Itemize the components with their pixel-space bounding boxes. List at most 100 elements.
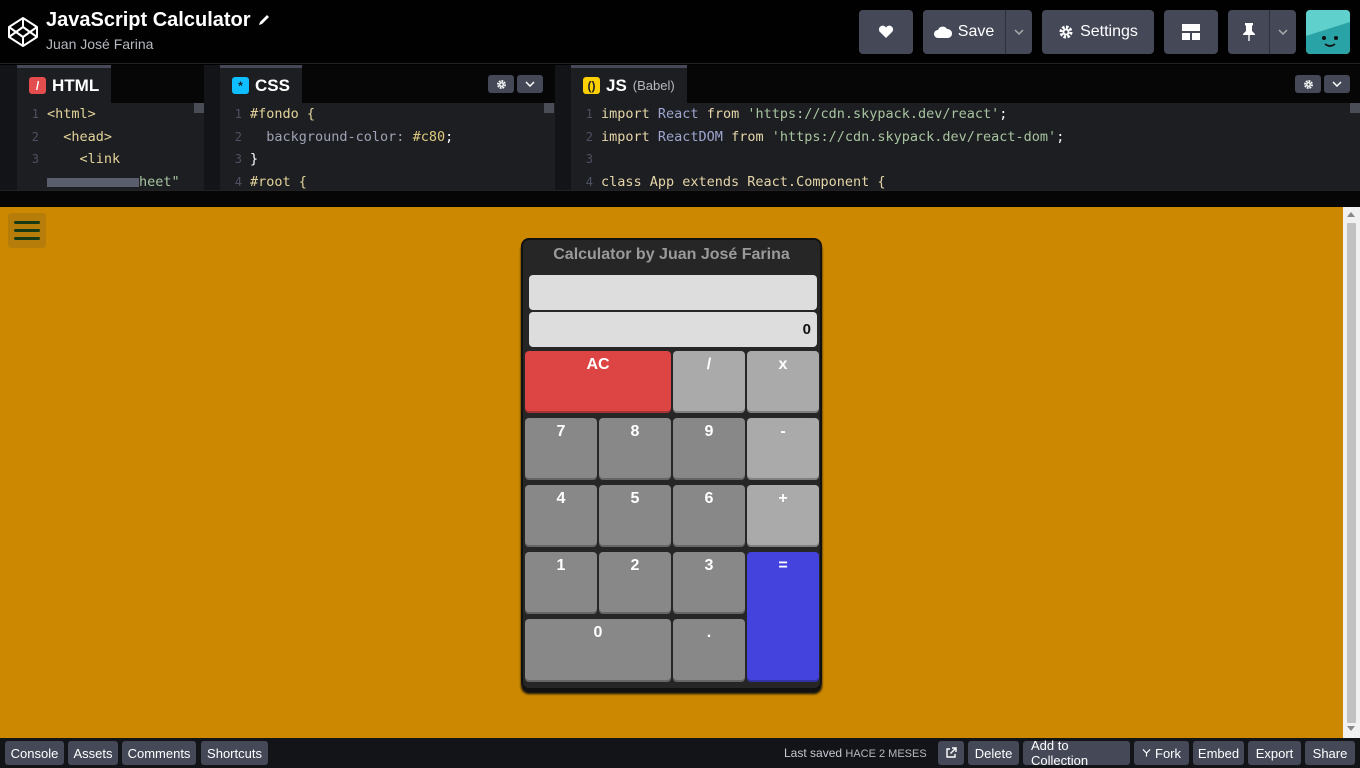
settings-label: Settings: [1080, 23, 1138, 40]
assets-button[interactable]: Assets: [68, 741, 118, 765]
save-options-button[interactable]: [1005, 10, 1032, 54]
clear-button[interactable]: AC: [525, 351, 671, 413]
html-badge-icon: /: [29, 77, 46, 94]
decimal-button[interactable]: .: [673, 619, 745, 682]
pin-options-button[interactable]: [1269, 10, 1296, 54]
scrollbar-handle[interactable]: [194, 103, 204, 113]
pane-resizer[interactable]: [0, 190, 1360, 207]
code-line: 3}: [234, 151, 259, 168]
code-line: 3 <link: [31, 151, 121, 168]
console-button[interactable]: Console: [5, 741, 64, 765]
code-line: 4 class App extends React.Component {: [585, 174, 886, 190]
one-button[interactable]: 1: [525, 552, 597, 614]
heart-button[interactable]: [859, 10, 913, 54]
save-label: Save: [957, 23, 995, 40]
codepen-logo-icon[interactable]: [7, 16, 39, 48]
shortcuts-button[interactable]: Shortcuts: [201, 741, 268, 765]
chevron-down-icon: [1332, 81, 1342, 87]
pencil-icon[interactable]: [257, 13, 271, 27]
code-line: 1 import React from 'https://cdn.skypack.…: [585, 106, 1008, 122]
html-code[interactable]: 1 <html> 2 <head> 3 <link heet": [17, 103, 204, 190]
export-button[interactable]: Export: [1248, 741, 1301, 765]
scrollbar-handle[interactable]: [1350, 103, 1360, 113]
pen-title[interactable]: JavaScript Calculator: [46, 9, 251, 32]
embed-button[interactable]: Embed: [1193, 741, 1244, 765]
subtract-button[interactable]: -: [747, 418, 819, 480]
fork-button[interactable]: Fork: [1134, 741, 1189, 765]
js-badge-icon: (): [583, 77, 600, 94]
js-settings-button[interactable]: [1295, 75, 1321, 93]
five-button[interactable]: 5: [599, 485, 671, 547]
tab-css-label: CSS: [255, 75, 290, 95]
chevron-down-icon: [525, 81, 535, 87]
multiply-button[interactable]: x: [747, 351, 819, 413]
divide-button[interactable]: /: [673, 351, 745, 413]
pen-author[interactable]: Juan José Farina: [46, 36, 271, 52]
css-code[interactable]: 1 #fondo { 2 background-color: #c80; 3} 4…: [220, 103, 555, 190]
code-line: 1 #fondo {: [234, 106, 316, 122]
gear-icon: [1059, 25, 1073, 39]
share-button[interactable]: Share: [1305, 741, 1355, 765]
seven-button[interactable]: 7: [525, 418, 597, 480]
heart-icon: [878, 25, 894, 38]
zero-button[interactable]: 0: [525, 619, 671, 682]
gear-icon: [1303, 79, 1313, 89]
delete-button[interactable]: Delete: [968, 741, 1019, 765]
add-to-collection-button[interactable]: Add to Collection: [1023, 738, 1130, 768]
layout-icon: [1182, 24, 1200, 40]
code-line: 2 background-color: #c80;: [234, 128, 454, 145]
css-settings-button[interactable]: [488, 75, 514, 93]
six-button[interactable]: 6: [673, 485, 745, 547]
tab-html-label: HTML: [52, 75, 100, 95]
css-badge-icon: *: [232, 77, 249, 94]
fork-icon: [1142, 748, 1151, 757]
js-editor[interactable]: () JS (Babel) 1 import React from 'https:…: [571, 65, 1360, 190]
code-line: 2 <head>: [31, 128, 113, 145]
css-editor[interactable]: * CSS 1 #fondo { 2 background-color: #c80…: [220, 65, 555, 190]
nine-button[interactable]: 9: [673, 418, 745, 480]
tab-js[interactable]: () JS (Babel): [571, 65, 687, 103]
add-button[interactable]: +: [747, 485, 819, 547]
cloud-icon: [933, 26, 952, 38]
scroll-up-arrow-icon[interactable]: [1347, 212, 1355, 217]
html-editor[interactable]: / HTML 1 <html> 2 <head> 3 <link heet": [17, 65, 204, 190]
last-saved-status: Last saved HACE 2 MESES: [784, 746, 927, 760]
settings-button[interactable]: Settings: [1042, 10, 1154, 54]
css-options-button[interactable]: [517, 75, 543, 93]
eight-button[interactable]: 8: [599, 418, 671, 480]
chevron-down-icon: [1278, 29, 1288, 35]
editor-panes: / HTML 1 <html> 2 <head> 3 <link heet" * …: [0, 65, 1360, 190]
app-footer: Console Assets Comments Shortcuts Last s…: [0, 738, 1360, 768]
scrollbar-thumb[interactable]: [1347, 223, 1356, 723]
js-code[interactable]: 1 import React from 'https://cdn.skypack.…: [571, 103, 1360, 190]
pen-title-block: JavaScript Calculator Juan José Farina: [46, 8, 271, 52]
preview-scrollbar[interactable]: [1343, 207, 1360, 738]
scrollbar-handle[interactable]: [544, 103, 554, 113]
tab-js-preprocessor: (Babel): [632, 78, 675, 93]
js-options-button[interactable]: [1324, 75, 1350, 93]
code-line: heet": [17, 171, 204, 190]
last-saved-when: HACE 2 MESES: [845, 748, 927, 760]
hamburger-menu-icon[interactable]: [8, 213, 46, 248]
code-line: 3: [585, 152, 593, 167]
open-external-button[interactable]: [938, 741, 964, 765]
code-line: 4 #root {: [234, 174, 307, 190]
two-button[interactable]: 2: [599, 552, 671, 614]
comments-button[interactable]: Comments: [122, 741, 196, 765]
pin-button[interactable]: [1228, 10, 1269, 54]
tab-html[interactable]: / HTML: [17, 65, 112, 103]
last-saved-label: Last saved: [784, 746, 843, 760]
avatar[interactable]: [1306, 10, 1350, 54]
result-display: 0: [529, 312, 817, 347]
app-header: JavaScript Calculator Juan José Farina S…: [0, 0, 1360, 64]
scroll-down-arrow-icon[interactable]: [1347, 726, 1355, 731]
four-button[interactable]: 4: [525, 485, 597, 547]
tab-css[interactable]: * CSS: [220, 65, 302, 103]
code-line: 1 <html>: [31, 106, 96, 122]
external-link-icon: [946, 747, 957, 758]
three-button[interactable]: 3: [673, 552, 745, 614]
equals-button[interactable]: =: [747, 552, 819, 682]
fork-label: Fork: [1155, 745, 1181, 761]
save-button[interactable]: Save: [923, 10, 1005, 54]
change-view-button[interactable]: [1164, 10, 1218, 54]
